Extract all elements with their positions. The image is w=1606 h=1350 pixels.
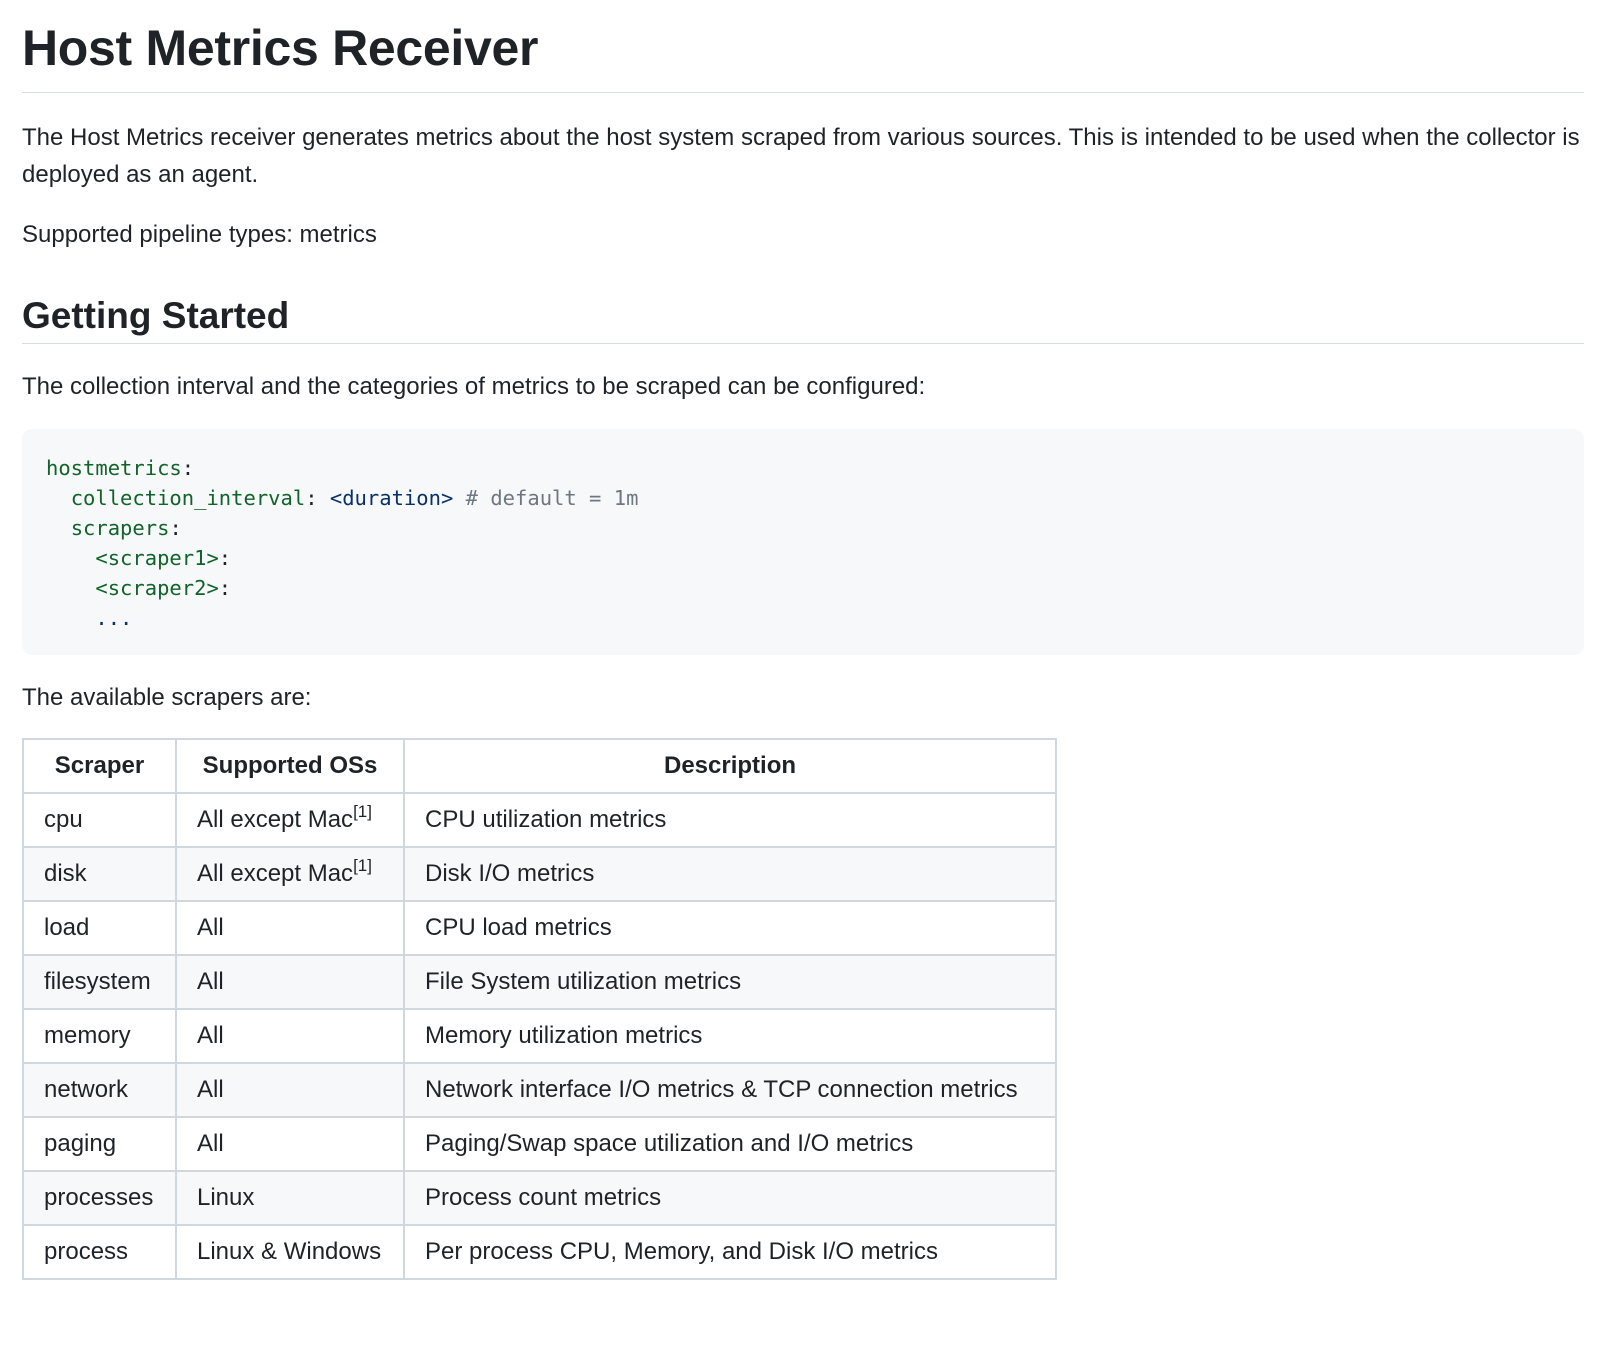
cell-supported-os: Linux (175, 1170, 405, 1226)
table-row: filesystem All File System utilization met… (22, 954, 1057, 1010)
cell-supported-os: All (175, 900, 405, 956)
intro-paragraph: The Host Metrics receiver generates metr… (22, 124, 1580, 188)
table-row: cpu All except Mac[1] CPU utilization metr… (22, 792, 1057, 848)
cell-supported-os: All (175, 1116, 405, 1172)
cell-scraper: processes (22, 1170, 177, 1226)
cell-description: Disk I/O metrics (403, 846, 1057, 902)
table-row: memory All Memory utilization metrics (22, 1008, 1057, 1064)
cell-supported-os: Linux & Windows (175, 1224, 405, 1280)
table-row: disk All except Mac[1] Disk I/O metrics (22, 846, 1057, 902)
cell-supported-os-text: Linux & Windows (197, 1238, 382, 1265)
code-key-hostmetrics: hostmetrics (46, 456, 182, 480)
cell-supported-os-text: All (197, 1130, 224, 1157)
cell-supported-os: All (175, 954, 405, 1010)
cell-scraper: process (22, 1224, 177, 1280)
cell-supported-os: All except Mac[1] (175, 792, 405, 848)
code-key-collection-interval: collection_interval (70, 486, 306, 510)
table-row: network All Network interface I/O metrics … (22, 1062, 1057, 1118)
column-header-supported-oss: Supported OSs (175, 738, 405, 794)
title-divider (22, 92, 1584, 93)
config-code-block[interactable]: hostmetrics: collection_interval: <durat… (22, 429, 1584, 655)
config-paragraph: The collection interval and the categori… (22, 373, 926, 400)
cell-description: Paging/Swap space utilization and I/O me… (403, 1116, 1057, 1172)
cell-supported-os: All (175, 1008, 405, 1064)
scrapers-table: Scraper Supported OSs Description cpu All… (22, 738, 1057, 1280)
cell-supported-os-text: All (197, 914, 224, 941)
code-key-scrapers: scrapers (70, 516, 170, 540)
table-row: paging All Paging/Swap space utilization a… (22, 1116, 1057, 1172)
cell-scraper: memory (22, 1008, 177, 1064)
page-title: Host Metrics Receiver (22, 20, 539, 76)
column-header-description: Description (403, 738, 1057, 794)
scrapers-paragraph: The available scrapers are: (22, 684, 312, 711)
cell-description: File System utilization metrics (403, 954, 1057, 1010)
cell-scraper: paging (22, 1116, 177, 1172)
cell-supported-os-text: All (197, 968, 224, 995)
code-key-scraper1: <scraper1> (95, 546, 219, 570)
code-comment-default: # default = 1m (465, 486, 639, 510)
code-key-scraper2: <scraper2> (95, 576, 219, 600)
cell-supported-os: All (175, 1062, 405, 1118)
pipeline-types-paragraph: Supported pipeline types: metrics (22, 221, 377, 248)
cell-supported-os-text: Linux (197, 1184, 255, 1211)
table-row: processes Linux Process count metrics (22, 1170, 1057, 1226)
cell-description: Network interface I/O metrics & TCP conn… (403, 1062, 1057, 1118)
cell-supported-os-text: All (197, 1022, 224, 1049)
code-value-duration: <duration> (329, 486, 454, 510)
cell-description: CPU load metrics (403, 900, 1057, 956)
cell-supported-os: All except Mac[1] (175, 846, 405, 902)
cell-supported-os-text: All except Mac (197, 806, 354, 833)
cell-supported-os-text: All (197, 1076, 224, 1103)
getting-started-divider (22, 343, 1584, 344)
column-header-scraper: Scraper (22, 738, 177, 794)
cell-scraper: disk (22, 846, 177, 902)
cell-description: Process count metrics (403, 1170, 1057, 1226)
cell-scraper: filesystem (22, 954, 177, 1010)
cell-scraper: network (22, 1062, 177, 1118)
table-row: load All CPU load metrics (22, 900, 1057, 956)
cell-description: CPU utilization metrics (403, 792, 1057, 848)
cell-scraper: cpu (22, 792, 177, 848)
cell-description: Per process CPU, Memory, and Disk I/O me… (403, 1224, 1057, 1280)
cell-scraper: load (22, 900, 177, 956)
footnote-link[interactable]: [1] (353, 802, 372, 821)
cell-supported-os-text: All except Mac (197, 860, 354, 887)
footnote-link[interactable]: [1] (353, 856, 372, 875)
getting-started-heading: Getting Started (22, 295, 290, 336)
table-row: process Linux & Windows Per process CPU, M… (22, 1224, 1057, 1280)
table-header-row: Scraper Supported OSs Description (22, 738, 1057, 794)
cell-description: Memory utilization metrics (403, 1008, 1057, 1064)
code-ellipsis: ... (95, 606, 133, 630)
readme-document: Host Metrics Receiver The Host Metrics r… (0, 0, 1606, 1280)
